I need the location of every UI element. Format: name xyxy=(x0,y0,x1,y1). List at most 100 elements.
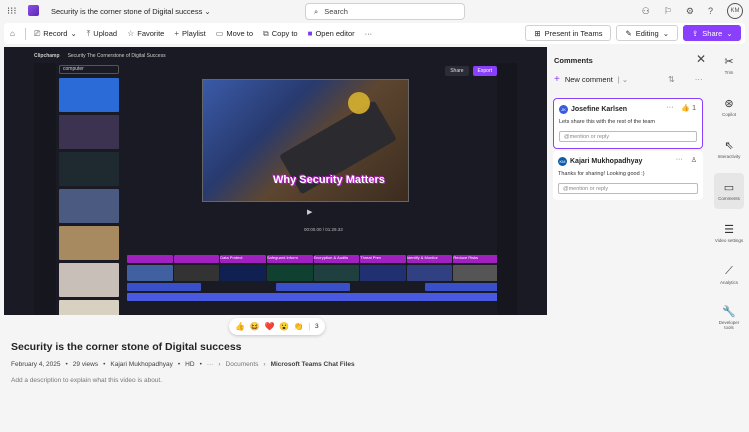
video-caption: Why Security Matters xyxy=(273,174,385,186)
like-reaction[interactable]: 👍 xyxy=(235,322,245,331)
pencil-icon: ✎ xyxy=(625,28,632,38)
open-editor-button[interactable]: ■ Open editor xyxy=(308,29,355,38)
record-button[interactable]: ⎚ Record ⌄ xyxy=(34,29,77,39)
favorite-button[interactable]: ☆ Favorite xyxy=(127,29,164,38)
home-button[interactable]: ⌂ xyxy=(10,29,15,38)
heart-reaction[interactable]: ❤️ xyxy=(265,322,275,331)
app-launcher-icon[interactable]: ⁝⁝⁝ xyxy=(7,6,17,17)
more-button[interactable]: ··· xyxy=(365,29,373,38)
copy-to-label: Copy to xyxy=(271,29,298,38)
comment-text: Thanks for sharing! Looking good :) xyxy=(558,171,645,177)
video-date: February 4, 2025 xyxy=(11,361,61,368)
laugh-reaction[interactable]: 😆 xyxy=(250,322,260,331)
reply-input[interactable]: @mention or reply xyxy=(558,183,698,194)
breadcrumb-more[interactable]: ··· xyxy=(207,361,214,368)
toolbar: ⌂ ⎚ Record ⌄ ⤒ Upload ☆ Favorite + Playlist … xyxy=(4,23,745,44)
more-icon[interactable]: ··· xyxy=(695,75,703,84)
reply-input[interactable]: @mention or reply xyxy=(559,131,697,142)
media-thumb xyxy=(59,263,119,297)
rail-label: Trim xyxy=(724,70,734,75)
rail-developer-tools[interactable]: 🔧 Developer tools xyxy=(714,299,744,335)
more-icon[interactable]: ··· xyxy=(676,156,683,164)
tea-cup-image xyxy=(348,92,370,114)
folder-move-icon: ▭ xyxy=(215,29,224,38)
editing-dropdown[interactable]: ✎ Editing ⌄ xyxy=(616,25,678,41)
close-icon[interactable]: ✕ xyxy=(696,52,706,66)
record-label: Record xyxy=(43,29,68,38)
rail-interactivity[interactable]: ⇖ Interactivity xyxy=(714,131,744,167)
clap-reaction[interactable]: 👏 xyxy=(294,322,304,331)
gear-icon[interactable]: ⚙ xyxy=(686,6,694,17)
rail-trim[interactable]: ✂ Trim xyxy=(714,47,744,83)
favorite-label: Favorite xyxy=(137,29,165,38)
rail-analytics[interactable]: ⟋ Analytics xyxy=(714,257,744,293)
copy-to-button[interactable]: ⧉ Copy to xyxy=(263,29,298,39)
chevron-down-icon[interactable]: | ⌄ xyxy=(618,75,628,84)
home-icon: ⌂ xyxy=(10,29,15,38)
share-button[interactable]: ⇪ Share ⌄ xyxy=(683,25,741,41)
video-player[interactable]: Clipchamp Security The Cornerstone of Dig… xyxy=(4,47,547,315)
open-editor-label: Open editor xyxy=(315,29,355,38)
breadcrumb-current[interactable]: Microsoft Teams Chat Files xyxy=(271,361,355,368)
upload-button[interactable]: ⤒ Upload xyxy=(87,29,117,39)
editor-project: Security The Cornerstone of Digital Succ… xyxy=(67,53,166,59)
timecode: 00:00.00 / 01:29.33 xyxy=(304,227,343,232)
playlist-button[interactable]: + Playlist xyxy=(174,29,205,38)
wrench-icon: 🔧 xyxy=(722,305,736,318)
comment-card[interactable]: KM Kajari Mukhopadhyay ··· ♙ Thanks for sh… xyxy=(553,151,703,200)
rail-label: Developer tools xyxy=(718,319,740,330)
avatar[interactable]: KM xyxy=(727,3,743,19)
playlist-label: Playlist xyxy=(182,29,206,38)
view-count: 29 views xyxy=(72,361,99,368)
clipchamp-logo xyxy=(28,5,39,16)
top-bar: ⁝⁝⁝ Security is the corner stone of Digi… xyxy=(0,0,749,22)
avatar: KM xyxy=(558,157,567,166)
preview-frame: Why Security Matters xyxy=(202,79,409,202)
upload-label: Upload xyxy=(93,29,118,38)
document-title[interactable]: Security is the corner stone of Digital … xyxy=(51,7,211,16)
settings-icon: ☰ xyxy=(724,224,734,236)
video-owner[interactable]: Kajari Mukhopadhyay xyxy=(110,361,173,368)
clipchamp-icon: ■ xyxy=(307,29,313,38)
copy-icon: ⧉ xyxy=(263,28,269,38)
rail-copilot[interactable]: ⊛ Copilot xyxy=(714,89,744,125)
avatar: JK xyxy=(559,105,568,114)
reaction-count[interactable]: 3 xyxy=(315,323,319,330)
present-in-teams-button[interactable]: ⊞ Present in Teams xyxy=(525,25,612,41)
comment-card[interactable]: JK Josefine Karlsen ··· 👍 1 Lets share thi… xyxy=(553,98,703,149)
people-icon[interactable]: ⚇ xyxy=(642,6,650,17)
media-list: computer xyxy=(59,65,119,315)
text-track: Data Protect Safeguard Inform Encryption… xyxy=(127,255,499,263)
help-icon[interactable]: ? xyxy=(708,6,713,16)
star-icon: ☆ xyxy=(127,29,135,38)
description-input[interactable]: Add a description to explain what this v… xyxy=(11,377,162,384)
voiceover-track xyxy=(127,283,499,291)
search-input[interactable]: ⌕ Search xyxy=(305,3,465,20)
right-rail: ✂ Trim ⊛ Copilot ⇖ Interactivity ▭ Comments … xyxy=(714,47,749,341)
music-track xyxy=(127,293,499,301)
sort-icon[interactable]: ⇅ xyxy=(668,75,675,84)
editor-share-button: Share xyxy=(445,66,469,76)
upload-icon: ⤒ xyxy=(86,28,91,38)
video-title: Security is the corner stone of Digital … xyxy=(11,341,242,353)
breadcrumb-documents[interactable]: Documents xyxy=(226,361,259,368)
like-icon[interactable]: 👍 1 xyxy=(681,104,696,112)
move-to-button[interactable]: ▭ Move to xyxy=(216,29,253,38)
teams-icon: ⊞ xyxy=(534,28,541,38)
editor-sidebar xyxy=(34,63,56,315)
new-comment-button[interactable]: + New comment | ⌄ xyxy=(554,74,628,85)
rail-comments[interactable]: ▭ Comments xyxy=(714,173,744,209)
like-count: 1 xyxy=(692,105,696,112)
reactions-bar: 👍 😆 ❤️ 😮 👏 | 3 xyxy=(229,318,325,335)
flag-icon[interactable]: ⚐ xyxy=(664,6,672,17)
rail-video-settings[interactable]: ☰ Video settings xyxy=(714,215,744,251)
rail-label: Analytics xyxy=(719,280,738,285)
rail-label: Video settings xyxy=(714,238,744,243)
like-icon[interactable]: ♙ xyxy=(691,156,697,164)
clip xyxy=(127,255,173,263)
clip: Reduce Risks xyxy=(453,255,499,263)
copilot-icon: ⊛ xyxy=(724,98,734,110)
more-icon[interactable]: ··· xyxy=(666,104,673,112)
surprised-reaction[interactable]: 😮 xyxy=(279,322,289,331)
divider xyxy=(24,27,26,40)
